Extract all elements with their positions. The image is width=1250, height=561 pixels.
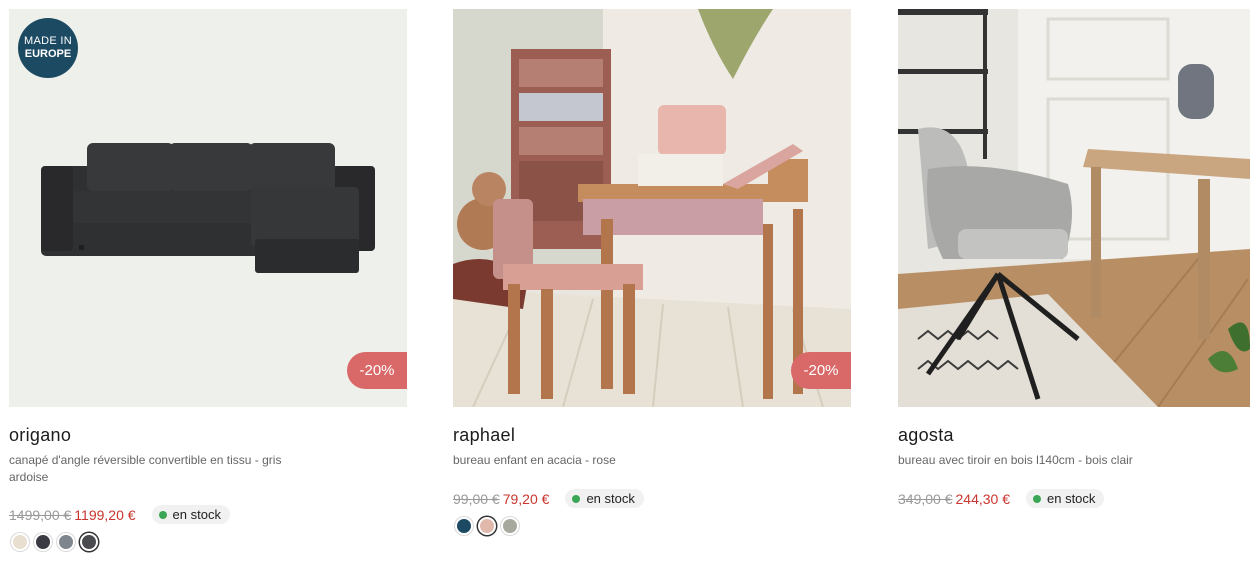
product-card-agosta[interactable]: agosta bureau avec tiroir en bois l140cm… (898, 9, 1250, 508)
product-card-origano[interactable]: MADE IN EUROPE -20% origano canapé d'ang… (9, 9, 407, 551)
discount-badge: -20% (791, 352, 851, 389)
new-price: 244,30 € (955, 490, 1011, 507)
swatch-sage[interactable] (501, 517, 519, 535)
old-price: 99,00 € (453, 490, 500, 507)
stock-label: en stock (1047, 491, 1096, 506)
stock-dot-icon (1033, 494, 1041, 503)
product-description: bureau enfant en acacia - rose (453, 453, 616, 467)
price-row: 1499,00 € 1199,20 € en stock (9, 505, 230, 524)
stock-badge: en stock (151, 505, 230, 524)
swatch-beige[interactable] (11, 533, 29, 551)
swatch-dark-navy[interactable] (34, 533, 52, 551)
product-image-origano[interactable]: MADE IN EUROPE -20% (9, 9, 407, 407)
product-card-raphael[interactable]: -20% raphael bureau enfant en acacia - r… (453, 9, 851, 535)
badge-line-1: MADE IN (24, 35, 72, 47)
stock-dot-icon (572, 494, 581, 503)
stock-badge: en stock (565, 489, 644, 508)
old-price: 349,00 € (898, 490, 953, 507)
discount-badge: -20% (347, 352, 407, 389)
stock-badge: en stock (1026, 489, 1105, 508)
new-price: 1199,20 € (74, 506, 136, 523)
product-image-agosta[interactable] (898, 9, 1250, 407)
stock-label: en stock (172, 507, 221, 522)
badge-line-2: EUROPE (24, 48, 72, 60)
new-price: 79,20 € (502, 490, 550, 507)
old-price: 1499,00 € (9, 506, 72, 523)
price-row: 349,00 € 244,30 € en stock (898, 489, 1105, 508)
product-name[interactable]: origano (9, 425, 71, 446)
product-description: canapé d'angle réversible convertible en… (9, 453, 282, 484)
stock-label: en stock (586, 491, 635, 506)
product-image-raphael[interactable]: -20% (453, 9, 851, 407)
product-name[interactable]: agosta (898, 425, 954, 446)
product-name[interactable]: raphael (453, 425, 515, 446)
price-row: 99,00 € 79,20 € en stock (453, 489, 644, 508)
product-description: bureau avec tiroir en bois l140cm - bois… (898, 453, 1133, 467)
color-swatches (455, 517, 519, 535)
swatch-grey[interactable] (57, 533, 75, 551)
stock-dot-icon (158, 510, 167, 519)
swatch-navy[interactable] (455, 517, 473, 535)
color-swatches (11, 533, 98, 551)
swatch-rose-selected[interactable] (478, 517, 496, 535)
swatch-slate-selected[interactable] (80, 533, 98, 551)
made-in-europe-badge: MADE IN EUROPE (18, 18, 78, 78)
